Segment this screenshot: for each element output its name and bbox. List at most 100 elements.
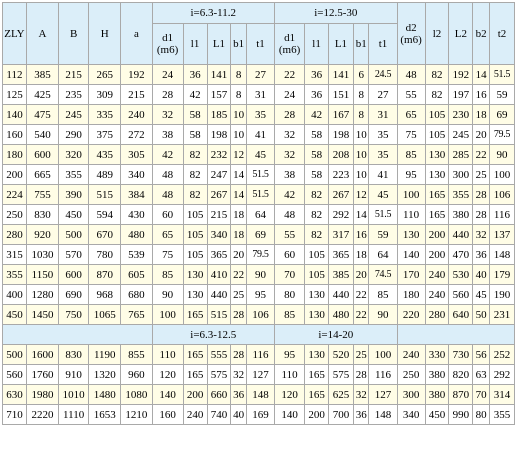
table-cell: 6 (352, 64, 370, 85)
table-cell: 69 (488, 104, 516, 125)
table-cell: 58 (304, 164, 329, 185)
table-cell: 475 (25, 104, 60, 125)
table-cell: 137 (488, 224, 516, 245)
table-cell: 18 (352, 244, 370, 265)
table-cell: 750 (58, 304, 90, 325)
table-cell: 45 (245, 144, 276, 165)
table-cell: 130 (304, 304, 329, 325)
col-header-b2: b2 (472, 2, 490, 65)
table-cell: 32 (274, 144, 306, 165)
model-cell: 500 (2, 344, 27, 365)
table-cell: 870 (448, 384, 474, 405)
table-cell: 355 (488, 404, 516, 425)
d1-tolerance: (m6) (156, 44, 179, 56)
table-cell: 70 (472, 384, 490, 405)
table-cell: 69 (245, 224, 276, 245)
table-cell: 780 (88, 244, 122, 265)
table-cell: 110 (151, 344, 184, 365)
table-cell: 116 (488, 204, 516, 225)
col-header-model: ZLY (2, 2, 27, 65)
table-row: 450 1450 750 1065 765 100 165 515 28 106 85 130 480 2… (2, 304, 516, 325)
table-cell: 48 (274, 204, 306, 225)
table-cell: 830 (25, 204, 60, 225)
table-cell: 24 (274, 84, 306, 105)
table-row: 710 2220 1110 1653 1210 160 240 740 40 169 140 200 7… (2, 404, 516, 425)
table-cell: 42 (151, 144, 184, 165)
table-cell: 317 (328, 224, 354, 245)
table-cell: 235 (58, 84, 90, 105)
table-cell: 85 (368, 284, 398, 305)
table-cell: 489 (88, 164, 122, 185)
table-cell: 16 (472, 84, 490, 105)
table-cell: 245 (448, 124, 474, 145)
table-cell: 105 (182, 224, 208, 245)
table-cell: 169 (245, 404, 276, 425)
table-cell: 95 (396, 164, 426, 185)
table-cell: 300 (396, 384, 426, 405)
table-cell: 290 (58, 124, 90, 145)
table-cell: 165 (424, 204, 450, 225)
table-cell: 539 (120, 244, 153, 265)
table-cell: 285 (448, 144, 474, 165)
table-cell: 120 (151, 364, 184, 385)
table-cell: 870 (88, 264, 122, 285)
table-cell: 120 (274, 384, 306, 405)
table-cell: 231 (488, 304, 516, 325)
table-cell: 82 (304, 224, 329, 245)
table-cell: 140 (151, 384, 184, 405)
table-row: 315 1030 570 780 539 75 105 365 20 79.5 60 105 365 18… (2, 244, 516, 265)
col-header-l1-g2: l1 (304, 23, 329, 65)
band-ratio-2: i=14-20 (274, 324, 398, 345)
table-cell: 10 (352, 164, 370, 185)
table-cell: 215 (120, 84, 153, 105)
table-cell: 1065 (88, 304, 122, 325)
table-cell: 85 (151, 264, 184, 285)
table-cell: 28 (472, 184, 490, 205)
table-cell: 10 (352, 124, 370, 145)
table-cell: 292 (488, 364, 516, 385)
table-cell: 127 (368, 384, 398, 405)
table-cell: 90 (151, 284, 184, 305)
model-cell: 450 (2, 304, 27, 325)
table-cell: 450 (58, 204, 90, 225)
table-cell: 45 (472, 284, 490, 305)
table-cell: 148 (368, 404, 398, 425)
table-cell: 180 (396, 284, 426, 305)
table-cell: 680 (120, 284, 153, 305)
table-cell: 200 (304, 404, 329, 425)
table-cell: 385 (328, 264, 354, 285)
table-row: 560 1760 910 1320 960 120 165 575 32 127 110 165 575… (2, 364, 516, 385)
table-cell: 1280 (25, 284, 60, 305)
table-cell: 148 (245, 384, 276, 405)
table-cell: 500 (58, 224, 90, 245)
table-cell: 148 (488, 244, 516, 265)
table-cell: 640 (448, 304, 474, 325)
table-cell: 41 (368, 164, 398, 185)
table-cell: 22 (352, 284, 370, 305)
table-cell: 625 (328, 384, 354, 405)
group-header-ratio-2: i=12.5-30 (274, 2, 398, 24)
table-cell: 920 (25, 224, 60, 245)
table-cell: 560 (448, 284, 474, 305)
table-cell: 64 (245, 204, 276, 225)
table-cell: 192 (448, 64, 474, 85)
table-cell: 1600 (25, 344, 60, 365)
table-cell: 90 (368, 304, 398, 325)
table-cell: 35 (245, 104, 276, 125)
table-cell: 575 (206, 364, 232, 385)
table-cell: 105 (424, 104, 450, 125)
table-cell: 594 (88, 204, 122, 225)
table-cell: 25 (352, 344, 370, 365)
table-cell: 10 (230, 124, 247, 145)
table-cell: 165 (424, 184, 450, 205)
table-cell: 340 (206, 224, 232, 245)
table-cell: 435 (88, 144, 122, 165)
table-cell: 223 (328, 164, 354, 185)
table-cell: 665 (25, 164, 60, 185)
d1-tolerance: (m6) (278, 44, 301, 56)
table-cell: 130 (182, 264, 208, 285)
table-cell: 51.5 (488, 64, 516, 85)
table-cell: 200 (182, 384, 208, 405)
table-cell: 250 (396, 364, 426, 385)
table-cell: 36 (304, 64, 329, 85)
